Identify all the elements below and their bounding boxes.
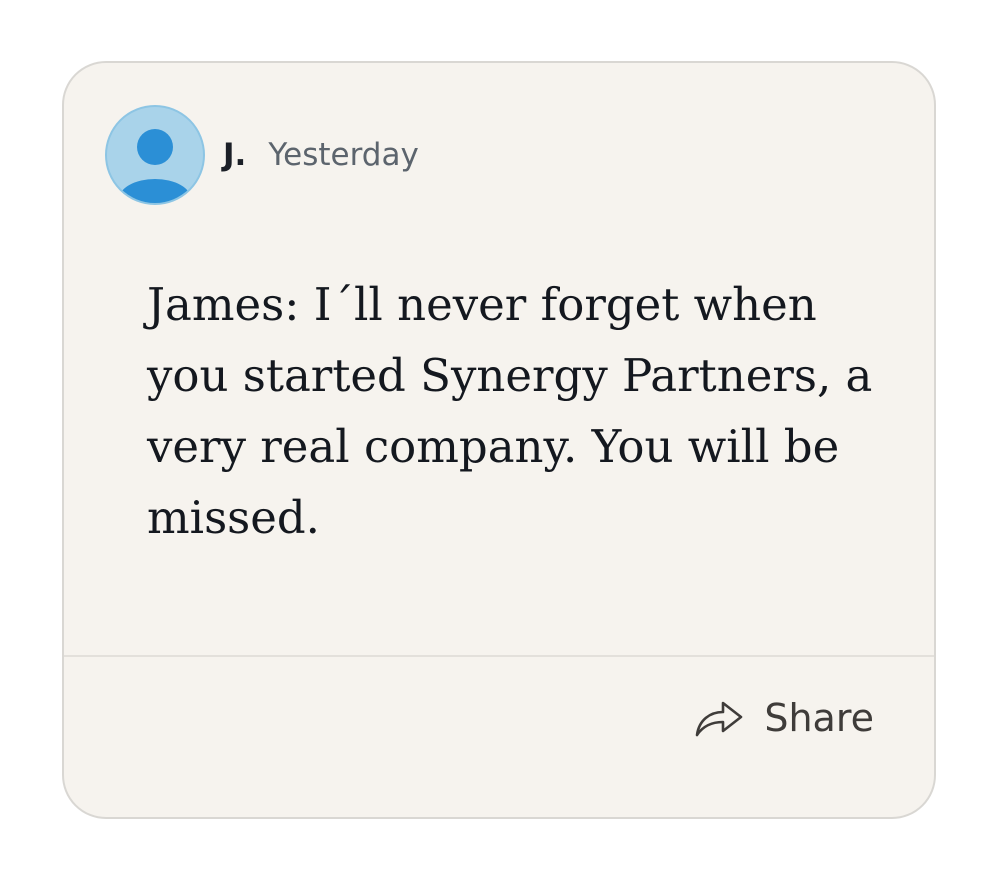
share-label: Share — [764, 696, 874, 740]
share-arrow-icon — [696, 701, 743, 737]
author-name: J. — [223, 137, 247, 173]
footer-divider — [64, 655, 934, 657]
post-header: J. Yesterday — [105, 104, 419, 206]
post-timestamp: Yesterday — [268, 137, 419, 173]
message-card: J. Yesterday James: I´ll never forget wh… — [62, 61, 936, 819]
avatar[interactable] — [105, 105, 205, 205]
user-avatar-icon — [119, 129, 191, 203]
message-text: James: I´ll never forget when you starte… — [147, 278, 873, 544]
share-button[interactable]: Share — [694, 689, 874, 747]
